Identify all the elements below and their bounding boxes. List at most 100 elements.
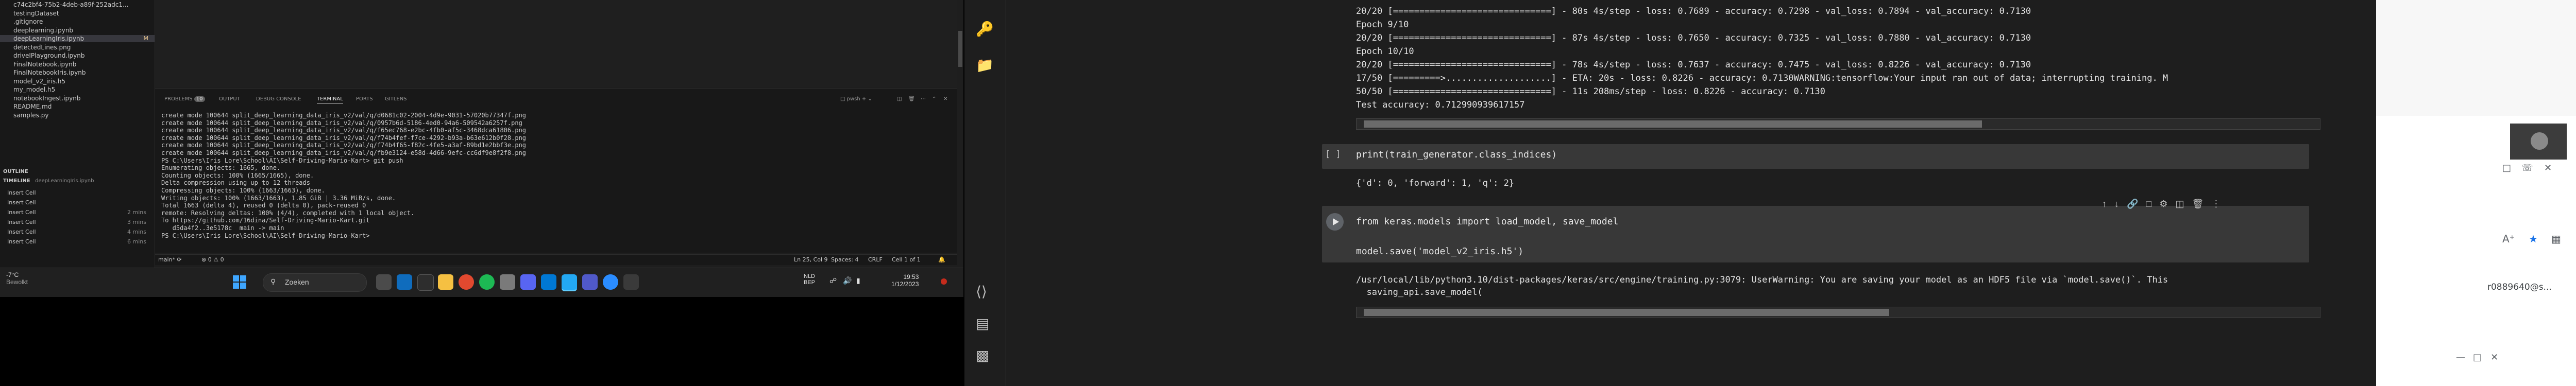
- explorer-item[interactable]: testingDataset: [13, 10, 59, 17]
- taskbar-search[interactable]: ⚲ Zoeken: [263, 273, 367, 292]
- more-options-icon[interactable]: ⋮: [2211, 199, 2221, 209]
- bell-icon[interactable]: 🔔: [938, 256, 945, 263]
- network-icon[interactable]: ☍: [829, 276, 837, 285]
- move-down-icon[interactable]: ↓: [2114, 199, 2119, 209]
- cell-indicator[interactable]: Cell 1 of 1: [892, 256, 921, 263]
- timeline-item[interactable]: Insert Cell 2 mins: [7, 209, 146, 216]
- terminal-shell-selector[interactable]: □ pwsh + ⌄: [840, 96, 872, 102]
- maximize-panel-icon[interactable]: ⌃: [932, 96, 936, 102]
- task-view-icon[interactable]: [376, 274, 392, 290]
- branch-indicator[interactable]: main* ⟳: [158, 256, 182, 263]
- explorer-item[interactable]: deeplearning.ipynb: [13, 27, 73, 34]
- vscode-icon[interactable]: [562, 274, 577, 291]
- close-icon[interactable]: ✕: [2544, 163, 2552, 173]
- timeline-item[interactable]: Insert Cell: [7, 199, 146, 206]
- folder-icon[interactable]: 📁: [976, 57, 994, 74]
- move-up-icon[interactable]: ↑: [2102, 199, 2107, 209]
- tab-terminal[interactable]: TERMINAL: [317, 96, 343, 103]
- explorer-item[interactable]: c74c2bf4-75b2-4deb-a89f-252adc1...: [13, 1, 128, 8]
- code-snippets-icon[interactable]: ⟨⟩: [976, 283, 987, 300]
- comment-icon[interactable]: □: [2146, 199, 2151, 209]
- indentation[interactable]: Spaces: 4: [831, 256, 858, 263]
- timeline-item[interactable]: Insert Cell 4 mins: [7, 229, 146, 235]
- split-terminal-icon[interactable]: ◫: [897, 96, 902, 102]
- delete-icon[interactable]: 🗑: [2192, 199, 2204, 209]
- terminal-icon[interactable]: ▩: [976, 347, 989, 364]
- chrome-icon[interactable]: [459, 274, 474, 290]
- explorer-item[interactable]: driveIPlayground.ipynb: [13, 52, 84, 59]
- extensions-icon[interactable]: ▦: [2551, 233, 2561, 245]
- tab-ports[interactable]: PORTS: [356, 96, 373, 102]
- cell-run-marker[interactable]: [ ]: [1325, 149, 1341, 160]
- trash-icon[interactable]: 🗑: [908, 96, 915, 102]
- mirror-cell-icon[interactable]: ◫: [2176, 199, 2184, 209]
- explorer-item[interactable]: README.md: [13, 103, 52, 110]
- widgets-icon[interactable]: [397, 274, 412, 290]
- cursor-position[interactable]: Ln 25, Col 9: [794, 256, 828, 263]
- link-icon[interactable]: 🔗: [2127, 199, 2138, 209]
- settings-icon[interactable]: [500, 274, 515, 290]
- browser-close-icon[interactable]: ✕: [2490, 352, 2498, 363]
- favorite-star-icon[interactable]: ★: [2529, 233, 2538, 245]
- discord-icon[interactable]: [520, 274, 536, 290]
- file-explorer-icon[interactable]: [438, 274, 453, 290]
- tab-output[interactable]: OUTPUT: [219, 96, 240, 102]
- key-icon[interactable]: 🔑: [976, 21, 994, 38]
- weather-widget[interactable]: -7°C Bewolkt: [6, 271, 28, 286]
- account-label[interactable]: r0889640@s...: [2487, 282, 2552, 292]
- terminal-line: PS C:\Users\Iris Lore\School\AI\Self-Dri…: [161, 232, 374, 239]
- explorer-item[interactable]: detectedLines.png: [13, 44, 71, 51]
- clock[interactable]: 19:53 1/12/2023: [891, 273, 919, 288]
- timeline-item[interactable]: Insert Cell 3 mins: [7, 219, 146, 225]
- timeline-item[interactable]: Insert Cell: [7, 189, 146, 196]
- explorer-item[interactable]: FinalNotebook.ipynb: [13, 61, 76, 68]
- line-ending[interactable]: CRLF: [868, 256, 883, 263]
- run-cell-button[interactable]: [1326, 213, 1344, 231]
- browser-minimize-icon[interactable]: —: [2456, 352, 2465, 363]
- explorer-item[interactable]: deepLearningIris.ipynb M: [0, 35, 155, 42]
- cell-code-save[interactable]: model.save('model_v2_iris.h5'): [1356, 246, 1523, 257]
- read-aloud-icon[interactable]: A⁺: [2502, 233, 2515, 245]
- app-icon[interactable]: [417, 274, 434, 291]
- avatar[interactable]: [2531, 132, 2548, 150]
- scrollbar-thumb[interactable]: [1364, 120, 1982, 128]
- timeline-item-label: Insert Cell: [7, 189, 36, 196]
- tab-debug-console[interactable]: DEBUG CONSOLE: [256, 96, 301, 102]
- scrollbar-thumb[interactable]: [958, 31, 962, 67]
- timeline-item[interactable]: Insert Cell 6 mins: [7, 238, 146, 245]
- app2-icon[interactable]: [623, 274, 639, 290]
- output-scrollbar-1[interactable]: [1356, 118, 2320, 130]
- cell-code-import[interactable]: from keras.models import load_model, sav…: [1356, 216, 1618, 227]
- timeline-section-header[interactable]: TIMELINE deepLearningIris.ipynb: [3, 178, 94, 184]
- more-icon[interactable]: ⋯: [921, 96, 926, 102]
- battery-icon[interactable]: ▮: [856, 276, 860, 285]
- spotify-icon[interactable]: [479, 274, 495, 290]
- explorer-item[interactable]: samples.py: [13, 112, 48, 119]
- tab-problems[interactable]: PROBLEMS 10: [164, 96, 205, 102]
- command-palette-icon[interactable]: ▤: [976, 315, 989, 332]
- language-indicator[interactable]: NLD BEP: [804, 273, 815, 286]
- edge-icon[interactable]: [603, 274, 618, 290]
- outlook-icon[interactable]: [541, 274, 556, 290]
- scrollbar-thumb[interactable]: [1364, 309, 1889, 316]
- notification-badge[interactable]: [941, 278, 947, 285]
- tab-gitlens[interactable]: GITLENS: [385, 96, 407, 102]
- explorer-item[interactable]: FinalNotebookIris.ipynb: [13, 69, 86, 76]
- explorer-item[interactable]: .gitignore: [13, 18, 43, 25]
- cell-code-print[interactable]: print(train_generator.class_indices): [1356, 149, 1557, 160]
- problems-indicator[interactable]: ⊗ 0 ⚠ 0: [201, 256, 224, 263]
- vertical-scrollbar[interactable]: [957, 0, 963, 268]
- explorer-item[interactable]: my_model.h5: [13, 86, 55, 93]
- outline-section-header[interactable]: OUTLINE: [3, 169, 28, 174]
- close-panel-icon[interactable]: ✕: [943, 96, 947, 102]
- volume-icon[interactable]: 🔊: [843, 276, 852, 285]
- explorer-item[interactable]: notebookIngest.ipynb: [13, 95, 80, 102]
- video-icon[interactable]: □: [2502, 163, 2511, 173]
- output-scrollbar-2[interactable]: [1356, 307, 2320, 318]
- browser-restore-icon[interactable]: □: [2473, 352, 2482, 363]
- start-button[interactable]: [232, 274, 247, 290]
- phone-icon[interactable]: ☏: [2521, 163, 2533, 173]
- gear-icon[interactable]: ⚙: [2159, 199, 2167, 209]
- explorer-item[interactable]: model_v2_iris.h5: [13, 78, 65, 85]
- teams-icon[interactable]: [582, 274, 598, 290]
